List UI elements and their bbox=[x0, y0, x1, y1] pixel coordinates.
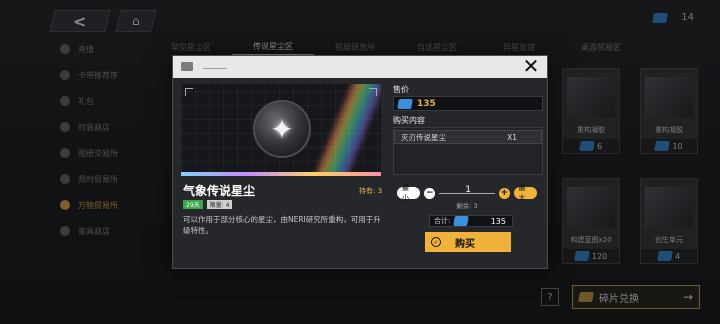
price-title: 售价 bbox=[393, 85, 409, 94]
price-row: 135 bbox=[393, 96, 543, 111]
buy-button[interactable]: ✓ 购买 bbox=[425, 232, 511, 252]
star-icon: ✦ bbox=[270, 112, 294, 146]
total-row: 合计: 135 bbox=[429, 215, 513, 227]
stardust-orb-icon: ✦ bbox=[253, 100, 311, 158]
frame-corner bbox=[369, 88, 377, 96]
minus-button[interactable]: − bbox=[424, 187, 436, 199]
plus-button[interactable]: + bbox=[498, 187, 510, 199]
content-name: 灭刃传说星尘 bbox=[401, 132, 446, 142]
purchase-dialog: ✕ ✦ 气象传说星尘 持有: 3 29天 限量: 4 可以作用于部分核心的星尘，… bbox=[172, 54, 548, 269]
folder-icon bbox=[181, 62, 193, 71]
total-value: 135 bbox=[490, 216, 506, 226]
dialog-header: ✕ bbox=[173, 54, 547, 78]
contents-list: 灭刃传说星尘 X1 bbox=[393, 127, 543, 175]
content-qty: X1 bbox=[507, 132, 517, 142]
rarity-bar bbox=[181, 172, 381, 176]
currency-icon bbox=[397, 98, 413, 109]
close-button[interactable]: ✕ bbox=[519, 54, 543, 78]
remaining-count: 剩余: 3 bbox=[456, 202, 478, 210]
item-preview: ✦ bbox=[181, 84, 381, 176]
max-button[interactable]: 最大 bbox=[513, 184, 538, 202]
currency-icon bbox=[453, 216, 470, 226]
quantity-stepper: 最小 − 1 + 最大 bbox=[397, 184, 538, 202]
limit-tag: 限量: 4 bbox=[206, 200, 233, 209]
min-button[interactable]: 最小 bbox=[397, 184, 421, 202]
quantity-slider[interactable]: 1 bbox=[439, 185, 495, 195]
contents-title: 购买内容 bbox=[393, 116, 425, 125]
days-tag: 29天 bbox=[183, 200, 203, 209]
item-description: 可以作用于部分核心的星尘，由NERI研究所重构，可用于升级特性。 bbox=[183, 215, 381, 235]
item-name: 气象传说星尘 bbox=[183, 184, 256, 198]
price-value: 135 bbox=[417, 98, 436, 109]
owned-count: 持有: 3 bbox=[359, 187, 383, 195]
list-item: 灭刃传说星尘 X1 bbox=[394, 130, 542, 144]
quantity-value: 1 bbox=[465, 184, 471, 195]
total-label: 合计: bbox=[434, 217, 451, 225]
check-icon: ✓ bbox=[431, 237, 441, 247]
item-tags: 29天 限量: 4 bbox=[183, 200, 233, 209]
header-decoration bbox=[203, 64, 227, 69]
purchase-panel: 售价 135 购买内容 灭刃传说星尘 X1 bbox=[393, 84, 543, 175]
buy-label: 购买 bbox=[455, 238, 475, 250]
frame-corner bbox=[185, 88, 193, 96]
